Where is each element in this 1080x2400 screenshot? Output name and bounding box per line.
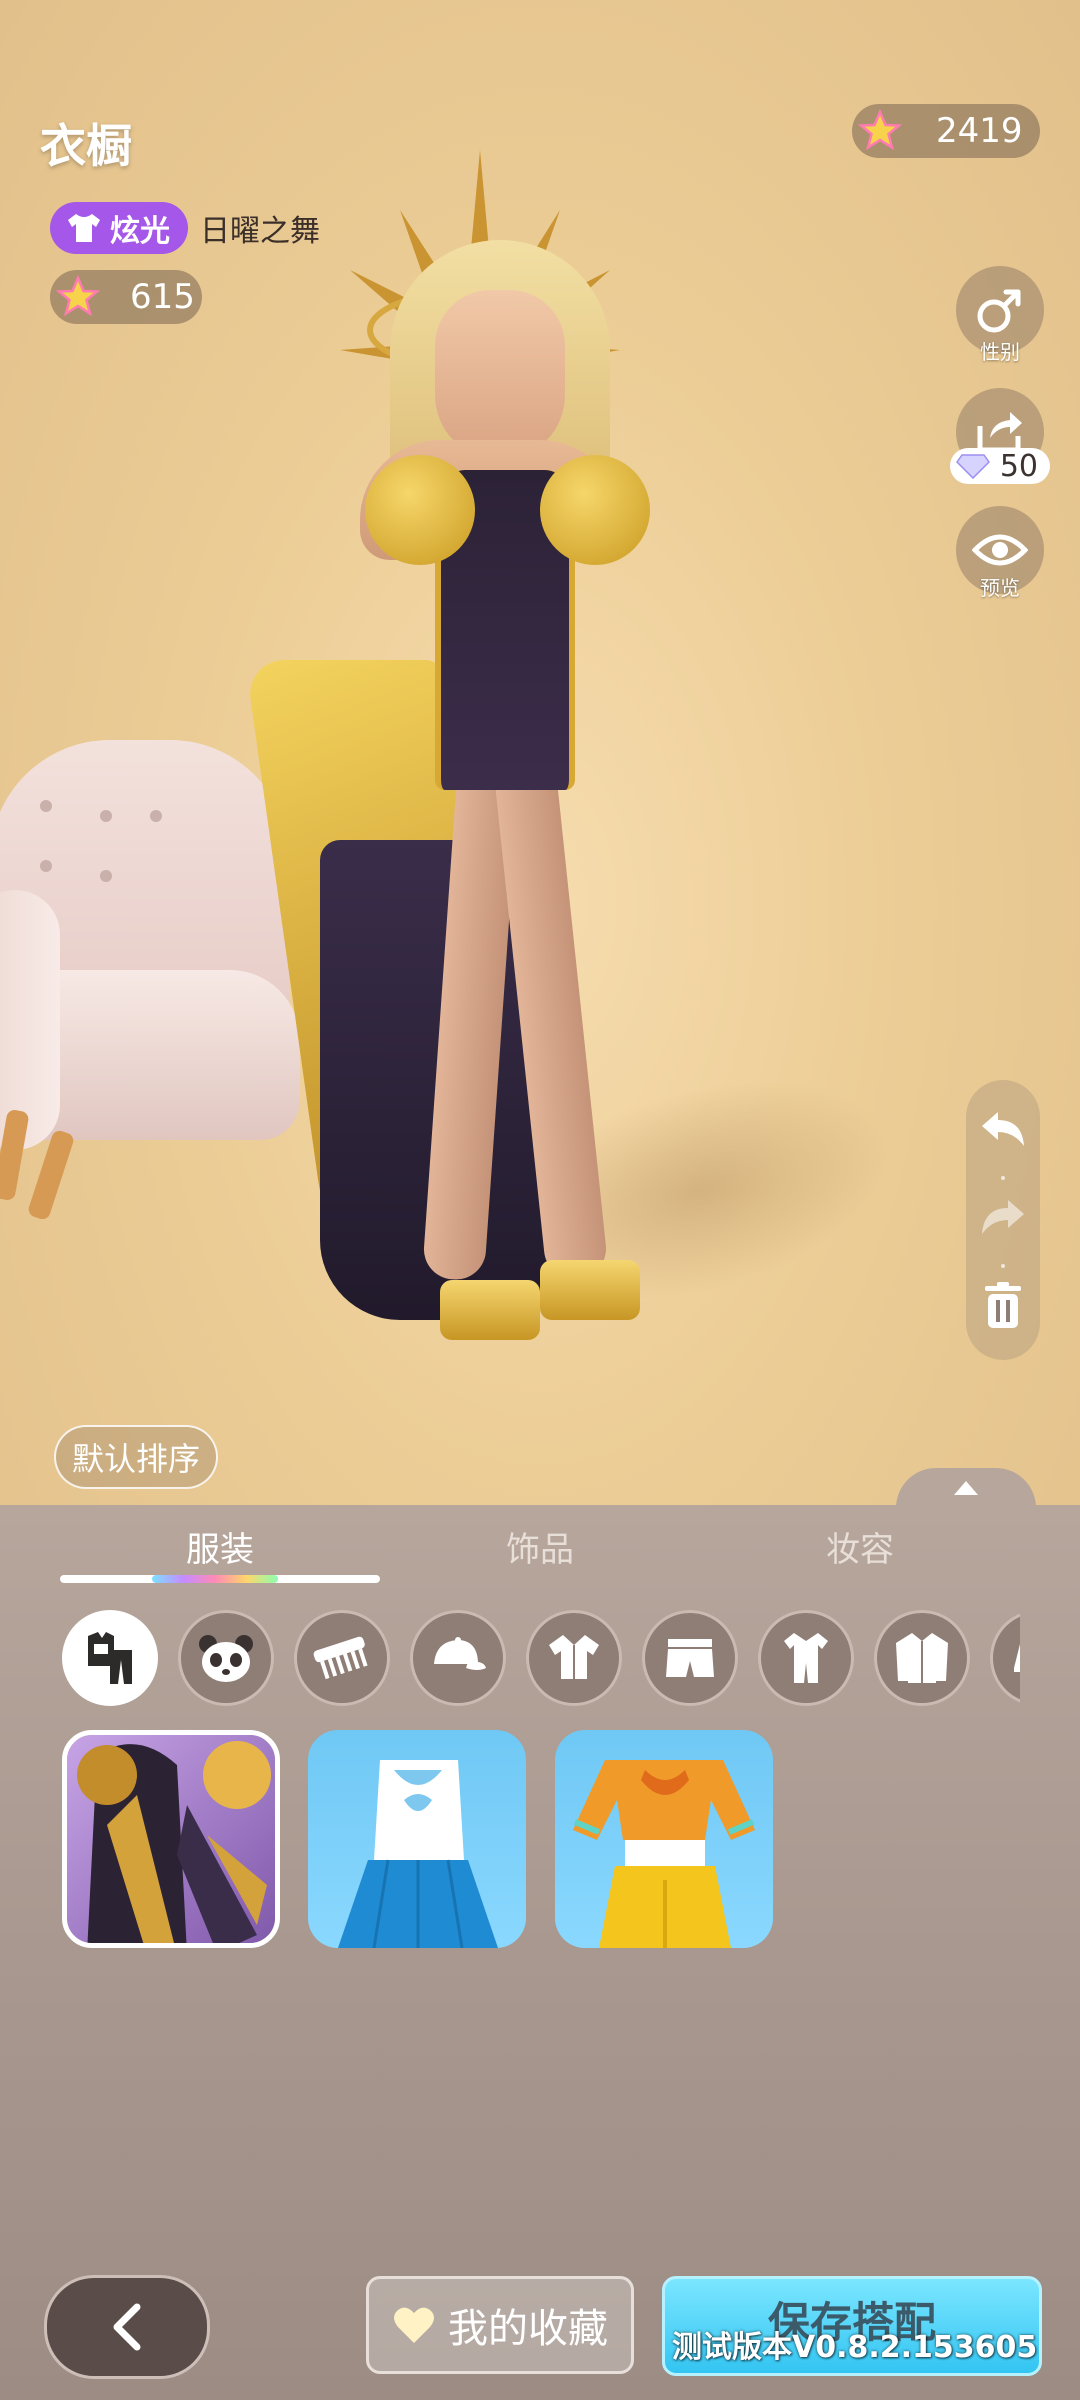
share-cost-amount: 50	[999, 448, 1038, 484]
share-cost-pill: 50	[950, 448, 1050, 484]
tab-accessories[interactable]: 饰品	[440, 1522, 640, 1571]
page-title: 衣橱	[40, 119, 132, 173]
category-top[interactable]	[526, 1610, 622, 1706]
redo-button[interactable]	[966, 1188, 1040, 1248]
male-symbol-icon	[977, 289, 1021, 333]
active-tab-indicator	[60, 1575, 380, 1583]
heart-icon	[394, 2307, 434, 2343]
tab-clothing[interactable]: 服装	[120, 1522, 320, 1571]
shorts-icon	[666, 1639, 714, 1677]
eye-icon	[972, 534, 1028, 566]
category-strip[interactable]	[0, 1610, 1020, 1706]
sort-button[interactable]: 默认排序	[54, 1425, 218, 1489]
chevron-up-icon	[954, 1481, 978, 1495]
gender-label: 性别	[980, 340, 1020, 364]
rarity-badge: 炫光	[50, 202, 188, 254]
category-outfit-set[interactable]	[62, 1610, 158, 1706]
gown-thumbnail-icon	[67, 1735, 275, 1943]
tshirt-icon	[68, 214, 100, 242]
star-currency-amount: 2419	[936, 111, 1023, 151]
panda-face-icon	[199, 1635, 253, 1682]
preview-label: 预览	[980, 576, 1020, 600]
favorites-button[interactable]: 我的收藏	[366, 2276, 634, 2374]
version-watermark: 测试版本V0.8.2.153605	[672, 2330, 1038, 2365]
category-face[interactable]	[178, 1610, 274, 1706]
outfit-set-icon	[88, 1632, 132, 1684]
panel-collapse-toggle[interactable]	[896, 1468, 1036, 1508]
star-coin-icon	[56, 275, 100, 319]
tab-makeup[interactable]: 妆容	[760, 1522, 960, 1571]
favorites-label: 我的收藏	[448, 2306, 608, 2352]
comb-icon	[313, 1636, 368, 1680]
jacket-icon	[896, 1633, 948, 1683]
undo-icon	[982, 1112, 1024, 1146]
rarity-label: 炫光	[110, 214, 170, 249]
category-shoes[interactable]	[990, 1610, 1020, 1706]
orange-outfit-thumbnail-icon	[555, 1730, 773, 1948]
redo-icon	[982, 1200, 1024, 1234]
costume-star-value: 615	[50, 270, 202, 324]
item-card-orange-outfit[interactable]	[555, 1730, 773, 1948]
shirt-icon	[549, 1635, 599, 1679]
category-bottom[interactable]	[642, 1610, 738, 1706]
jumpsuit-icon	[784, 1633, 828, 1683]
item-card-golden-gown[interactable]	[62, 1730, 280, 1948]
edit-history-panel	[966, 1080, 1040, 1360]
chevron-left-icon	[113, 2303, 141, 2351]
star-coin-icon	[858, 109, 902, 153]
avatar-character[interactable]	[245, 140, 690, 1420]
category-dress[interactable]	[758, 1610, 854, 1706]
costume-star-amount: 615	[130, 277, 195, 317]
back-button[interactable]	[44, 2275, 210, 2379]
category-hair[interactable]	[294, 1610, 390, 1706]
star-currency-balance: 2419	[852, 104, 1040, 158]
diamond-icon	[956, 454, 990, 479]
delete-button[interactable]	[966, 1276, 1040, 1336]
trash-icon	[985, 1282, 1021, 1328]
undo-button[interactable]	[966, 1100, 1040, 1160]
shoe-icon	[1014, 1644, 1020, 1672]
cap-icon	[434, 1637, 486, 1670]
costume-name: 日曜之舞	[200, 214, 320, 249]
category-hat[interactable]	[410, 1610, 506, 1706]
costume-info: 炫光 日曜之舞	[50, 202, 320, 254]
item-card-blue-outfit[interactable]	[308, 1730, 526, 1948]
category-coat[interactable]	[874, 1610, 970, 1706]
blue-outfit-thumbnail-icon	[308, 1730, 526, 1948]
